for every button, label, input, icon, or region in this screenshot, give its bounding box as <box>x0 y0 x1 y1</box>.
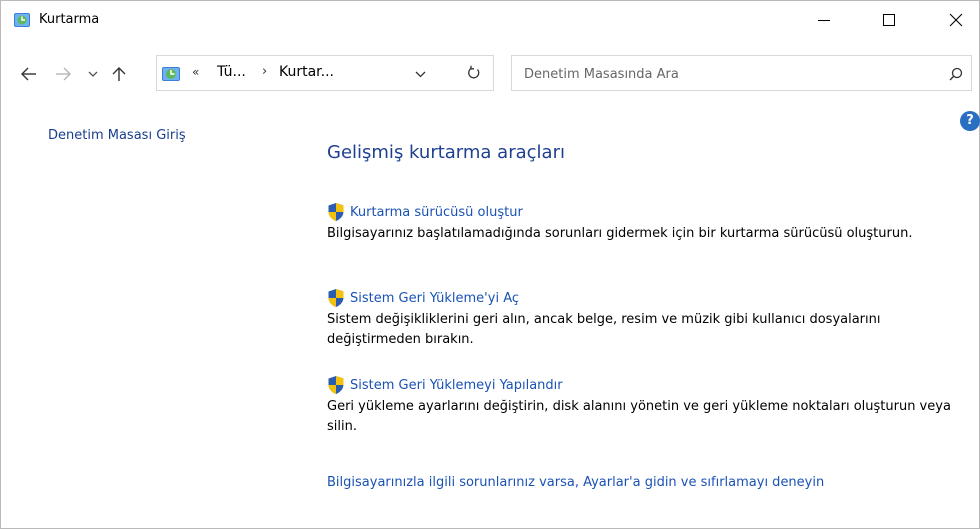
breadcrumb-item[interactable]: Kurtar... <box>279 64 334 80</box>
search-button[interactable] <box>946 64 966 84</box>
task-link-label[interactable]: Sistem Geri Yükleme'yi Aç <box>350 291 519 306</box>
help-icon[interactable]: ? <box>960 111 980 131</box>
control-panel-icon <box>162 67 180 81</box>
reset-settings-link[interactable]: Bilgisayarınızla ilgili sorunlarınız var… <box>327 475 824 490</box>
task-link-label[interactable]: Sistem Geri Yüklemeyi Yapılandır <box>350 378 563 393</box>
search-box[interactable] <box>511 55 972 91</box>
search-input[interactable] <box>524 64 924 84</box>
window: Kurtarma « Tü... › Kurtar... Denetim Mas… <box>0 0 980 529</box>
forward-arrow-icon <box>56 67 71 81</box>
recent-locations-button[interactable] <box>81 51 105 97</box>
back-button[interactable] <box>15 51 43 97</box>
address-overflow-icon[interactable]: « <box>192 65 199 79</box>
task-item: Kurtarma sürücüsü oluştur Bilgisayarınız… <box>327 201 977 244</box>
breadcrumb-separator-icon[interactable]: › <box>262 64 267 79</box>
minimize-icon <box>818 20 830 21</box>
refresh-icon <box>468 65 480 79</box>
task-description: Sistem değişikliklerini geri alın, ancak… <box>327 312 881 347</box>
up-arrow-icon <box>112 67 126 81</box>
navigation-bar: « Tü... › Kurtar... <box>1 51 979 97</box>
chevron-down-icon <box>88 71 98 77</box>
search-icon <box>949 67 963 81</box>
task-item: Sistem Geri Yükleme'yi Aç Sistem değişik… <box>327 287 977 350</box>
uac-shield-icon <box>328 289 344 307</box>
refresh-button[interactable] <box>456 55 492 91</box>
close-button[interactable] <box>933 1 979 39</box>
title-bar[interactable]: Kurtarma <box>1 1 979 39</box>
close-icon <box>949 13 963 27</box>
forward-button[interactable] <box>49 51 77 97</box>
maximize-icon <box>883 14 895 26</box>
maximize-button[interactable] <box>866 1 912 39</box>
uac-shield-icon <box>328 203 344 221</box>
task-description: Bilgisayarınız başlatılamadığında sorunl… <box>327 226 913 241</box>
task-link-label[interactable]: Kurtarma sürücüsü oluştur <box>350 205 523 220</box>
uac-shield-icon <box>328 376 344 394</box>
task-item: Sistem Geri Yüklemeyi Yapılandır Geri yü… <box>327 374 977 437</box>
address-dropdown-button[interactable] <box>408 62 432 86</box>
address-bar[interactable]: « Tü... › Kurtar... <box>156 55 494 91</box>
task-description: Geri yükleme ayarlarını değiştirin, disk… <box>327 399 951 434</box>
configure-system-restore-link[interactable]: Sistem Geri Yüklemeyi Yapılandır <box>327 374 977 396</box>
back-arrow-icon <box>21 67 36 81</box>
control-panel-icon <box>14 13 30 27</box>
control-panel-home-link[interactable]: Denetim Masası Giriş <box>48 128 186 143</box>
page-title: Gelişmiş kurtarma araçları <box>327 142 565 163</box>
breadcrumb-item[interactable]: Tü... <box>217 64 246 80</box>
chevron-down-icon <box>415 71 425 78</box>
minimize-button[interactable] <box>801 1 847 39</box>
window-title: Kurtarma <box>39 12 100 27</box>
up-button[interactable] <box>107 51 131 97</box>
create-recovery-drive-link[interactable]: Kurtarma sürücüsü oluştur <box>327 201 977 223</box>
open-system-restore-link[interactable]: Sistem Geri Yükleme'yi Aç <box>327 287 977 309</box>
